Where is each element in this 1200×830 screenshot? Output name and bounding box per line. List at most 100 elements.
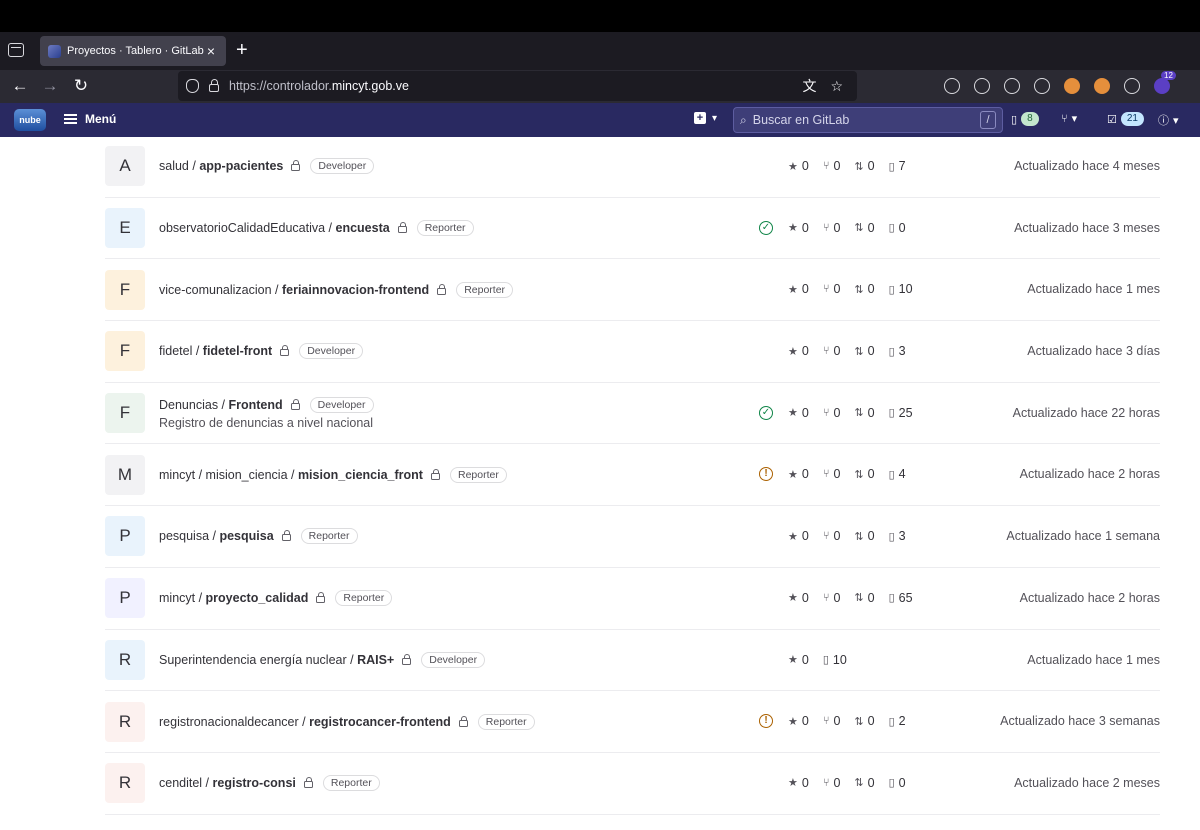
issues-stat[interactable]: ▯ 10 [823, 653, 847, 667]
forks-stat[interactable]: ⑂ 0 [823, 159, 841, 173]
project-link[interactable]: mincyt / proyecto_calidad [159, 591, 308, 605]
merge-requests-stat[interactable]: ⇅ 0 [854, 529, 874, 543]
extension-hat-icon[interactable] [1124, 78, 1140, 94]
project-avatar[interactable]: E [105, 208, 145, 249]
issues-button[interactable]: ▯ 8 [1011, 112, 1039, 126]
account-icon[interactable] [974, 78, 990, 94]
nube-logo[interactable]: nube [14, 109, 46, 131]
address-bar[interactable]: https://controlador.mincyt.gob.ve 文 ☆ [178, 71, 857, 101]
issues-stat[interactable]: ▯ 4 [889, 467, 906, 481]
tab-close-icon[interactable]: × [204, 43, 218, 59]
project-avatar[interactable]: F [105, 331, 145, 372]
secure-lock-icon[interactable] [209, 79, 219, 92]
project-avatar[interactable]: P [105, 516, 145, 557]
stars-stat[interactable]: ★ 0 [788, 591, 809, 605]
extension-fox-icon[interactable] [1064, 78, 1080, 94]
extension-badge-icon[interactable]: 12 [1154, 71, 1176, 94]
help-button[interactable]: ⓘ ▾ [1158, 112, 1179, 128]
tab-list-icon[interactable] [8, 43, 24, 57]
project-link[interactable]: observatorioCalidadEducativa / encuesta [159, 221, 390, 235]
menu-button[interactable]: Menú [64, 112, 116, 126]
project-link[interactable]: pesquisa / pesquisa [159, 529, 274, 543]
project-link[interactable]: salud / app-pacientes [159, 159, 283, 173]
pipeline-status-icon[interactable]: ! [759, 714, 773, 729]
stars-stat[interactable]: ★ 0 [788, 221, 809, 235]
forks-stat[interactable]: ⑂ 0 [823, 282, 841, 296]
issues-stat[interactable]: ▯ 0 [889, 776, 906, 790]
project-avatar[interactable]: R [105, 639, 145, 680]
issues-stat[interactable]: ▯ 25 [889, 406, 913, 420]
issues-stat[interactable]: ▯ 2 [889, 714, 906, 728]
merge-requests-button[interactable]: ⑂ ▾ [1061, 112, 1077, 126]
stars-stat[interactable]: ★ 0 [788, 159, 809, 173]
stars-stat[interactable]: ★ 0 [788, 467, 809, 481]
extension-cookie-icon[interactable] [1094, 78, 1110, 94]
pipeline-status-icon[interactable]: ✓ [759, 405, 773, 420]
issues-stat[interactable]: ▯ 3 [889, 529, 906, 543]
forks-stat[interactable]: ⑂ 0 [823, 344, 841, 358]
issues-stat[interactable]: ▯ 3 [889, 344, 906, 358]
issues-stat[interactable]: ▯ 10 [889, 282, 913, 296]
merge-requests-stat[interactable]: ⇅ 0 [854, 714, 874, 728]
tracking-shield-icon[interactable] [186, 79, 199, 93]
project-avatar[interactable]: P [105, 578, 145, 619]
merge-request-icon: ⇅ [854, 160, 864, 173]
bookmark-star-icon[interactable]: ☆ [830, 78, 843, 95]
pipeline-status-icon[interactable]: ! [759, 467, 773, 482]
project-link[interactable]: vice-comunalizacion / feriainnovacion-fr… [159, 283, 429, 297]
stars-stat[interactable]: ★ 0 [788, 529, 809, 543]
pipeline-status-icon[interactable]: ✓ [759, 220, 773, 235]
project-link[interactable]: cenditel / registro-consi [159, 776, 296, 790]
stars-stat[interactable]: ★ 0 [788, 776, 809, 790]
issues-stat[interactable]: ▯ 65 [889, 591, 913, 605]
merge-requests-stat[interactable]: ⇅ 0 [854, 159, 874, 173]
merge-requests-stat[interactable]: ⇅ 0 [854, 344, 874, 358]
project-avatar[interactable]: F [105, 269, 145, 310]
merge-requests-stat[interactable]: ⇅ 0 [854, 221, 874, 235]
forks-stat[interactable]: ⑂ 0 [823, 221, 841, 235]
project-link[interactable]: Denuncias / Frontend [159, 398, 283, 412]
issues-stat[interactable]: ▯ 0 [889, 221, 906, 235]
forks-stat[interactable]: ⑂ 0 [823, 529, 841, 543]
stars-stat[interactable]: ★ 0 [788, 406, 809, 420]
project-avatar[interactable]: R [105, 763, 145, 804]
stars-stat[interactable]: ★ 0 [788, 282, 809, 296]
search-box[interactable]: ⌕ Buscar en GitLab / [733, 107, 1003, 133]
forks-stat[interactable]: ⑂ 0 [823, 406, 841, 420]
browser-tab-active[interactable]: Proyectos · Tablero · GitLab × [40, 36, 226, 66]
merge-requests-stat[interactable]: ⇅ 0 [854, 282, 874, 296]
merge-requests-stat[interactable]: ⇅ 0 [854, 776, 874, 790]
todos-button[interactable]: ☑ 21 [1107, 112, 1144, 126]
forks-stat[interactable]: ⑂ 0 [823, 467, 841, 481]
reload-icon[interactable]: ↻ [71, 76, 91, 96]
project-link[interactable]: Superintendencia energía nuclear / RAIS+ [159, 653, 394, 667]
translate-icon[interactable]: 文 [802, 76, 816, 96]
project-link[interactable]: mincyt / mision_ciencia / mision_ciencia… [159, 468, 423, 482]
project-link[interactable]: registronacionaldecancer / registrocance… [159, 715, 451, 729]
extension-globe-icon[interactable] [1004, 78, 1020, 94]
project-avatar[interactable]: R [105, 701, 145, 742]
project-name: pesquisa [219, 529, 274, 544]
merge-requests-stat[interactable]: ⇅ 0 [854, 591, 874, 605]
extensions-puzzle-icon[interactable] [1034, 78, 1050, 94]
merge-requests-stat[interactable]: ⇅ 0 [854, 406, 874, 420]
forks-stat[interactable]: ⑂ 0 [823, 591, 841, 605]
new-tab-plus-icon[interactable]: + [236, 38, 248, 62]
private-lock-icon [397, 222, 407, 234]
issues-stat[interactable]: ▯ 7 [889, 159, 906, 173]
pocket-icon[interactable] [944, 78, 960, 94]
forward-arrow-icon[interactable]: → [40, 76, 60, 96]
project-link[interactable]: fidetel / fidetel-front [159, 344, 272, 358]
new-item-dropdown[interactable]: + ▾ [694, 112, 717, 124]
url-text[interactable]: https://controlador.mincyt.gob.ve [229, 79, 802, 93]
stars-stat[interactable]: ★ 0 [788, 653, 809, 667]
project-avatar[interactable]: F [105, 393, 145, 434]
merge-requests-stat[interactable]: ⇅ 0 [854, 467, 874, 481]
project-avatar[interactable]: M [105, 454, 145, 495]
forks-stat[interactable]: ⑂ 0 [823, 776, 841, 790]
back-arrow-icon[interactable]: ← [10, 76, 30, 96]
forks-stat[interactable]: ⑂ 0 [823, 714, 841, 728]
stars-stat[interactable]: ★ 0 [788, 714, 809, 728]
project-avatar[interactable]: A [105, 146, 145, 187]
stars-stat[interactable]: ★ 0 [788, 344, 809, 358]
